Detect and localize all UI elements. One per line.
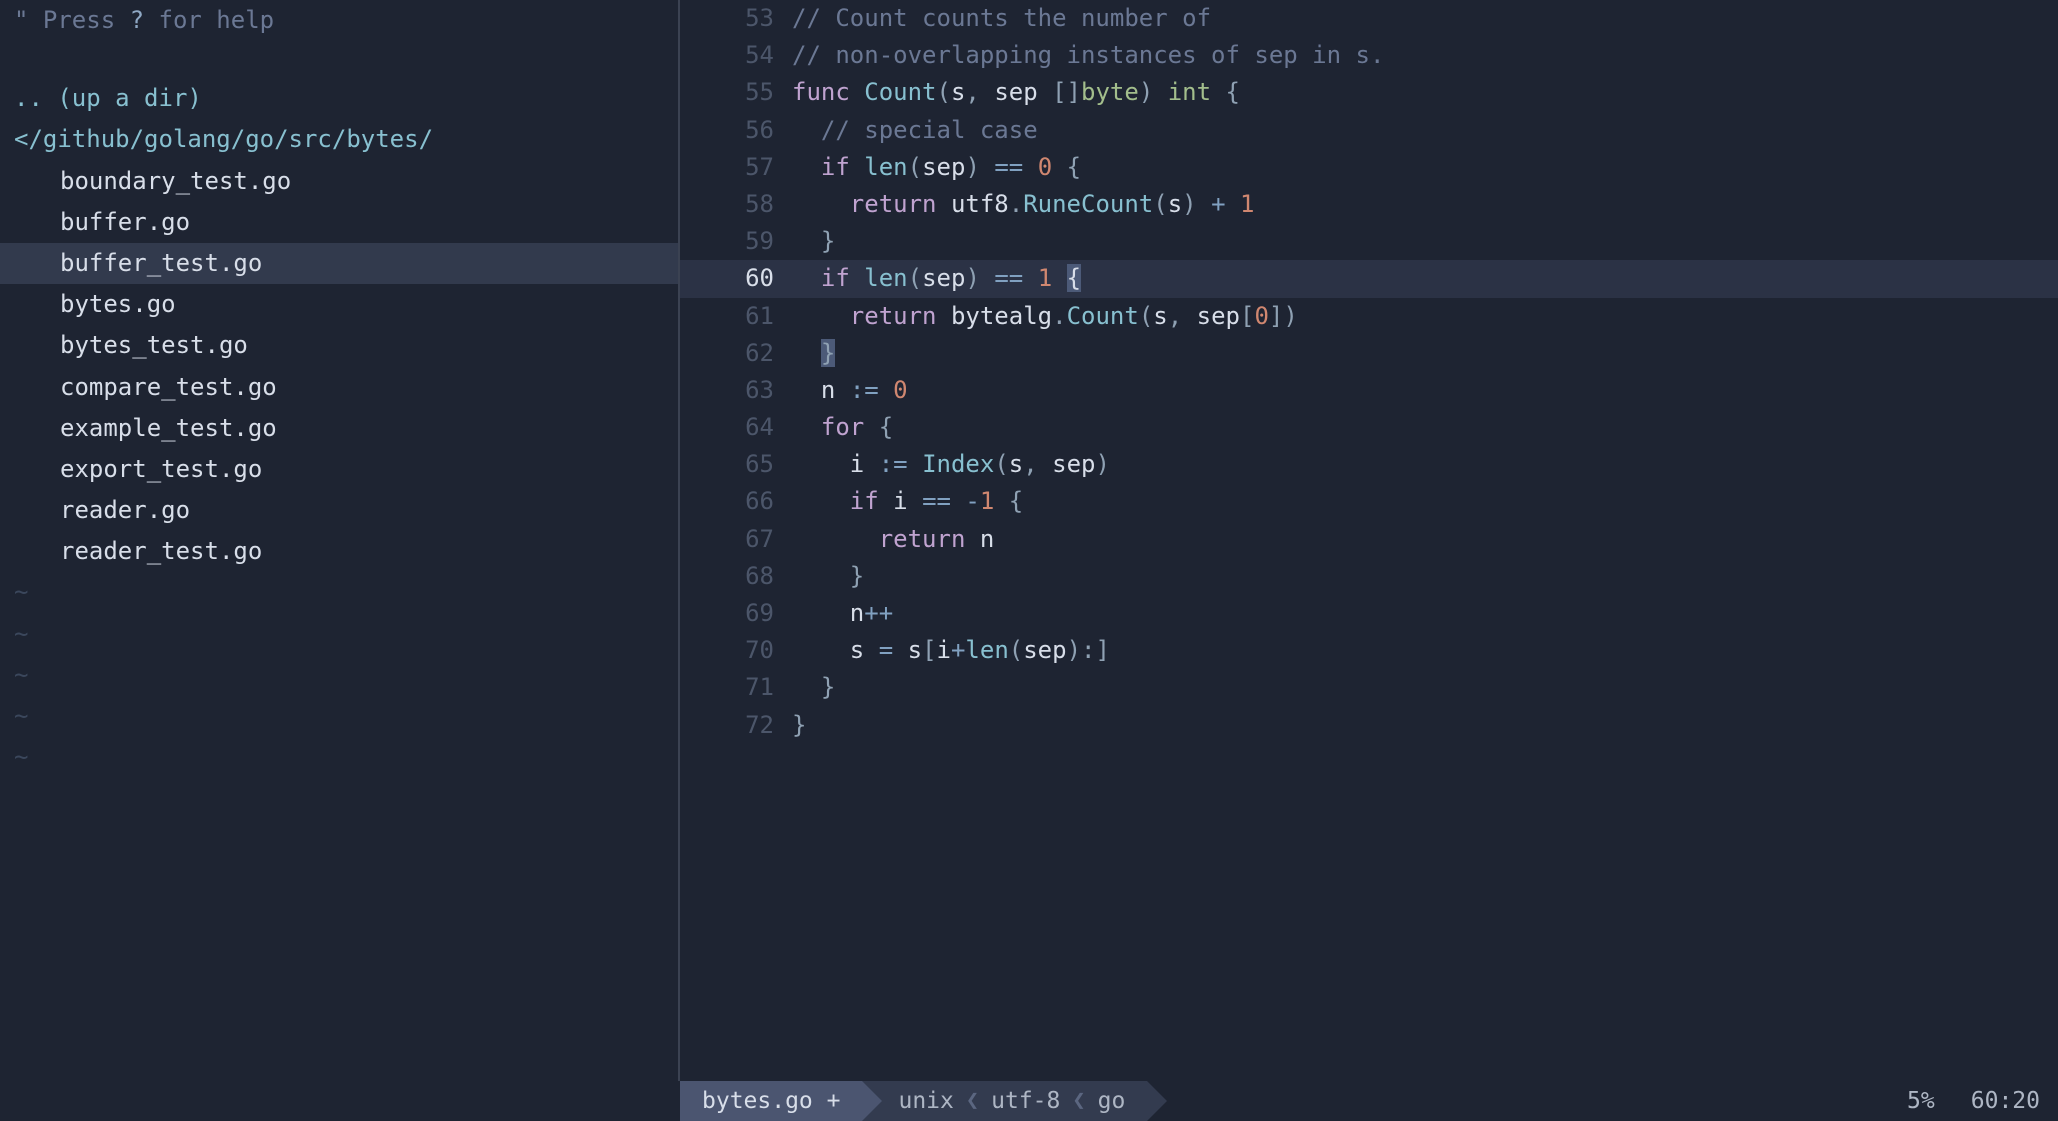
code-line[interactable]: 60 if len(sep) == 1 { [680,260,2058,297]
file-item[interactable]: boundary_test.go [0,161,678,202]
empty-line-tilde: ~ [0,655,678,696]
status-bar: bytes.go + unix ❮ utf-8 ❮ go 5% 60:20 [680,1081,2058,1121]
status-encoding: utf-8 [991,1081,1060,1121]
code-content[interactable]: return utf8.RuneCount(s) + 1 [792,186,2058,223]
help-key: ? [130,6,144,34]
empty-line-tilde: ~ [0,572,678,613]
empty-line-tilde: ~ [0,737,678,778]
code-content[interactable]: return n [792,521,2058,558]
line-number: 53 [680,0,792,37]
file-item[interactable]: compare_test.go [0,367,678,408]
code-content[interactable]: if i == -1 { [792,483,2058,520]
line-number: 70 [680,632,792,669]
code-content[interactable]: // non-overlapping instances of sep in s… [792,37,2058,74]
code-content[interactable]: i := Index(s, sep) [792,446,2058,483]
file-item[interactable]: example_test.go [0,408,678,449]
code-line[interactable]: 55func Count(s, sep []byte) int { [680,74,2058,111]
code-line[interactable]: 53// Count counts the number of [680,0,2058,37]
line-number: 67 [680,521,792,558]
line-number: 71 [680,669,792,706]
status-position: 5% 60:20 [1889,1081,2058,1121]
file-item[interactable]: buffer_test.go [0,243,678,284]
status-file-info: unix ❮ utf-8 ❮ go [862,1081,1147,1121]
help-hint: " Press ? for help [0,0,678,41]
status-line-col: 60:20 [1953,1081,2058,1121]
code-line[interactable]: 68 } [680,558,2058,595]
code-content[interactable]: n := 0 [792,372,2058,409]
up-a-dir[interactable]: .. (up a dir) [0,78,678,119]
code-content[interactable]: return bytealg.Count(s, sep[0]) [792,298,2058,335]
line-number: 63 [680,372,792,409]
line-number: 58 [680,186,792,223]
status-fileformat: unix [898,1081,953,1121]
empty-line-tilde: ~ [0,614,678,655]
code-line[interactable]: 59 } [680,223,2058,260]
file-list: boundary_test.gobuffer.gobuffer_test.gob… [0,161,678,573]
separator-icon: ❮ [1060,1081,1097,1121]
code-line[interactable]: 61 return bytealg.Count(s, sep[0]) [680,298,2058,335]
code-line[interactable]: 64 for { [680,409,2058,446]
current-path[interactable]: </github/golang/go/src/bytes/ [0,119,678,160]
line-number: 64 [680,409,792,446]
line-number: 65 [680,446,792,483]
file-tree-sidebar: " Press ? for help .. (up a dir) </githu… [0,0,680,1081]
code-content[interactable]: } [792,707,2058,744]
code-content[interactable]: } [792,558,2058,595]
line-number: 56 [680,112,792,149]
code-content[interactable]: n++ [792,595,2058,632]
line-number: 59 [680,223,792,260]
file-item[interactable]: buffer.go [0,202,678,243]
line-number: 66 [680,483,792,520]
code-line[interactable]: 70 s = s[i+len(sep):] [680,632,2058,669]
code-line[interactable]: 54// non-overlapping instances of sep in… [680,37,2058,74]
status-filename: bytes.go + [680,1081,862,1121]
code-line[interactable]: 66 if i == -1 { [680,483,2058,520]
line-number: 72 [680,707,792,744]
line-number: 54 [680,37,792,74]
code-editor[interactable]: 53// Count counts the number of54// non-… [680,0,2058,1081]
code-content[interactable]: s = s[i+len(sep):] [792,632,2058,669]
code-content[interactable]: for { [792,409,2058,446]
empty-line-tilde: ~ [0,696,678,737]
code-content[interactable]: } [792,669,2058,706]
status-percent: 5% [1889,1081,1953,1121]
status-filetype: go [1098,1081,1126,1121]
file-item[interactable]: export_test.go [0,449,678,490]
code-content[interactable]: // Count counts the number of [792,0,2058,37]
code-content[interactable]: } [792,335,2058,372]
line-number: 60 [680,260,792,297]
code-line[interactable]: 57 if len(sep) == 0 { [680,149,2058,186]
code-line[interactable]: 58 return utf8.RuneCount(s) + 1 [680,186,2058,223]
code-line[interactable]: 67 return n [680,521,2058,558]
code-content[interactable]: // special case [792,112,2058,149]
file-item[interactable]: reader.go [0,490,678,531]
code-line[interactable]: 71 } [680,669,2058,706]
line-number: 69 [680,595,792,632]
code-line[interactable]: 72} [680,707,2058,744]
code-line[interactable]: 65 i := Index(s, sep) [680,446,2058,483]
code-line[interactable]: 62 } [680,335,2058,372]
code-content[interactable]: func Count(s, sep []byte) int { [792,74,2058,111]
code-area[interactable]: 53// Count counts the number of54// non-… [680,0,2058,1081]
code-line[interactable]: 63 n := 0 [680,372,2058,409]
help-prefix: " Press [14,6,130,34]
help-suffix: for help [144,6,274,34]
code-content[interactable]: } [792,223,2058,260]
file-item[interactable]: bytes.go [0,284,678,325]
separator-icon: ❮ [954,1081,991,1121]
code-line[interactable]: 69 n++ [680,595,2058,632]
line-number: 62 [680,335,792,372]
code-content[interactable]: if len(sep) == 0 { [792,149,2058,186]
code-content[interactable]: if len(sep) == 1 { [792,260,2058,297]
line-number: 55 [680,74,792,111]
file-item[interactable]: reader_test.go [0,531,678,572]
line-number: 61 [680,298,792,335]
file-item[interactable]: bytes_test.go [0,325,678,366]
code-line[interactable]: 56 // special case [680,112,2058,149]
line-number: 68 [680,558,792,595]
line-number: 57 [680,149,792,186]
